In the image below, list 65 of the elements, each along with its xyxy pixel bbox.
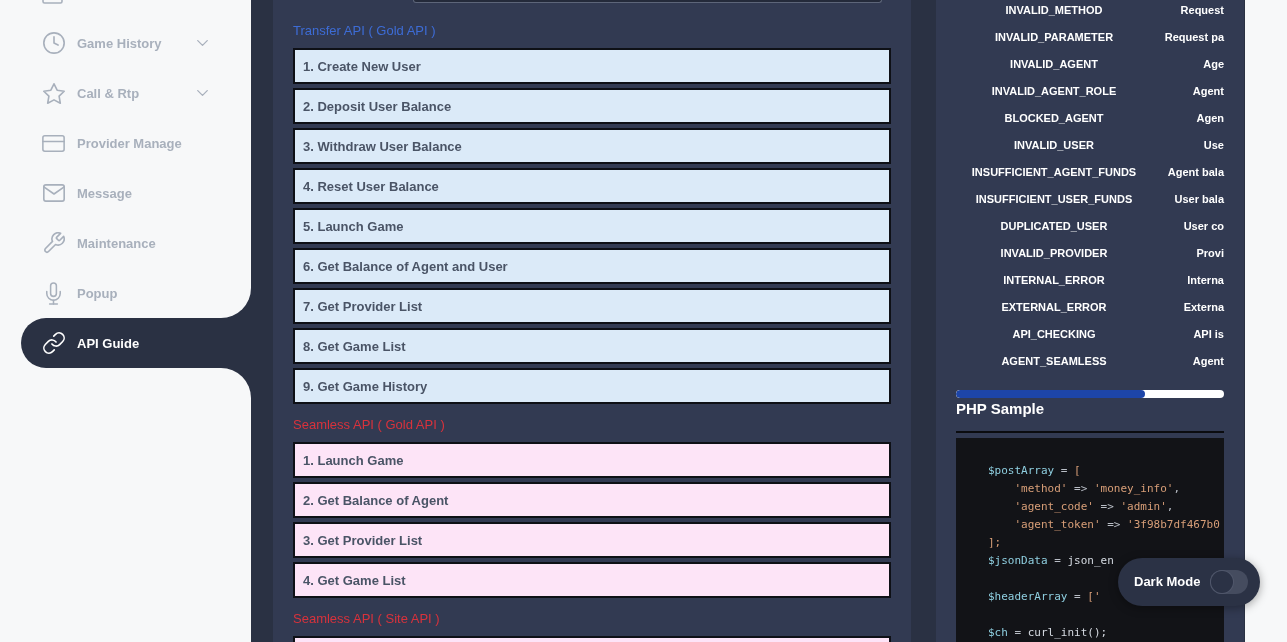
code-line: $ch = curl_init();	[988, 625, 1108, 641]
api-list-item[interactable]: 4. Get Game List	[293, 562, 891, 598]
api-list-item[interactable]: 1. Create New User	[293, 48, 891, 84]
table-cell-text: BLOCKED_AGENT	[1004, 110, 1104, 126]
table-cell-text: User co	[1183, 218, 1224, 234]
table-cell-text: INVALID_PARAMETER	[994, 29, 1114, 45]
table-cell-text: API is	[1193, 326, 1224, 342]
api-list-item[interactable]: 8. Get Game List	[293, 328, 891, 364]
wrench-icon	[42, 232, 65, 254]
table-cell-text: API_CHECKING	[1012, 326, 1096, 342]
api-list-item[interactable]: 3. Withdraw User Balance	[293, 128, 891, 164]
api-list-item[interactable]: 4. Reset User Balance	[293, 168, 891, 204]
table-cell-text: Agen	[1196, 110, 1224, 126]
table-cell-text: INVALID_AGENT	[1010, 56, 1098, 72]
table-cell-text: EXTERNAL_ERROR	[1001, 299, 1107, 315]
api-list-item[interactable]: 6. Get Balance of Agent and User	[293, 248, 891, 284]
code-line: 'agent_code' => 'admin',	[1013, 499, 1174, 515]
api-list-item[interactable]: 7. Get Provider List	[293, 288, 891, 324]
table-cell-text: Interna	[1187, 272, 1224, 288]
scrollbar-track[interactable]	[956, 390, 1224, 398]
api-list-item[interactable]: 5. Launch Game	[293, 208, 891, 244]
link-icon	[42, 332, 65, 354]
api-list-item[interactable]: 3. Get Provider List	[293, 522, 891, 558]
clock-icon	[42, 32, 65, 54]
table-cell-text: Age	[1203, 56, 1224, 72]
table-cell-text: User bala	[1174, 191, 1224, 207]
api-list-item[interactable]: 2. Deposit User Balance	[293, 88, 891, 124]
table-cell-text: Provi	[1196, 245, 1224, 261]
table-cell-text: Agent	[1192, 353, 1224, 369]
section-heading: Seamless API ( Site API )	[293, 611, 440, 627]
table-cell-text: INSUFFICIENT_AGENT_FUNDS	[971, 164, 1137, 180]
table-cell-text: Agent	[1192, 83, 1224, 99]
table-cell-text: Request	[1180, 2, 1224, 18]
table-cell-text: INVALID_PROVIDER	[1000, 245, 1108, 261]
code-line: $headerArray = ['	[988, 589, 1101, 605]
code-line: 'agent_token' => '3f98b7df467b0	[1013, 517, 1220, 533]
api-list-item[interactable]: 1. Launch Game	[293, 442, 891, 478]
card-icon	[42, 134, 65, 152]
table-cell-text: Request pa	[1164, 29, 1224, 45]
code-line: 'method' => 'money_info',	[1013, 481, 1181, 497]
code-line: $postArray = [	[988, 463, 1081, 479]
section-heading: Transfer API ( Gold API )	[293, 23, 436, 39]
scrollbar-thumb[interactable]	[956, 390, 1145, 398]
input-field[interactable]	[413, 0, 882, 3]
toggle-label: Dark Mode	[1134, 574, 1201, 590]
table-cell-text: INSUFFICIENT_USER_FUNDS	[975, 191, 1133, 207]
star-icon	[42, 82, 65, 104]
api-list-item[interactable]: 9. Get Game History	[293, 368, 891, 404]
toggle-switch[interactable]	[1210, 570, 1249, 594]
table-cell-text: INTERNAL_ERROR	[1003, 272, 1105, 288]
table-cell-text: INVALID_METHOD	[1005, 2, 1103, 18]
code-line: $jsonData = json_en	[988, 553, 1114, 569]
table-cell-text: Agent bala	[1167, 164, 1224, 180]
microphone-icon	[46, 281, 61, 305]
table-cell-text: INVALID_USER	[1014, 137, 1094, 153]
table-cell-text: Use	[1203, 137, 1224, 153]
table-cell-text: AGENT_SEAMLESS	[1001, 353, 1107, 369]
api-list-item[interactable]: 2. Get Balance of Agent	[293, 482, 891, 518]
table-cell-text: DUPLICATED_USER	[1000, 218, 1108, 234]
table-cell-text: Externa	[1183, 299, 1224, 315]
envelope-icon	[42, 184, 65, 202]
table-cell-text: INVALID_AGENT_ROLE	[991, 83, 1117, 99]
code-line: ];	[988, 535, 1002, 551]
section-heading: PHP Sample	[956, 400, 1045, 418]
section-heading: Seamless API ( Gold API )	[293, 417, 445, 433]
